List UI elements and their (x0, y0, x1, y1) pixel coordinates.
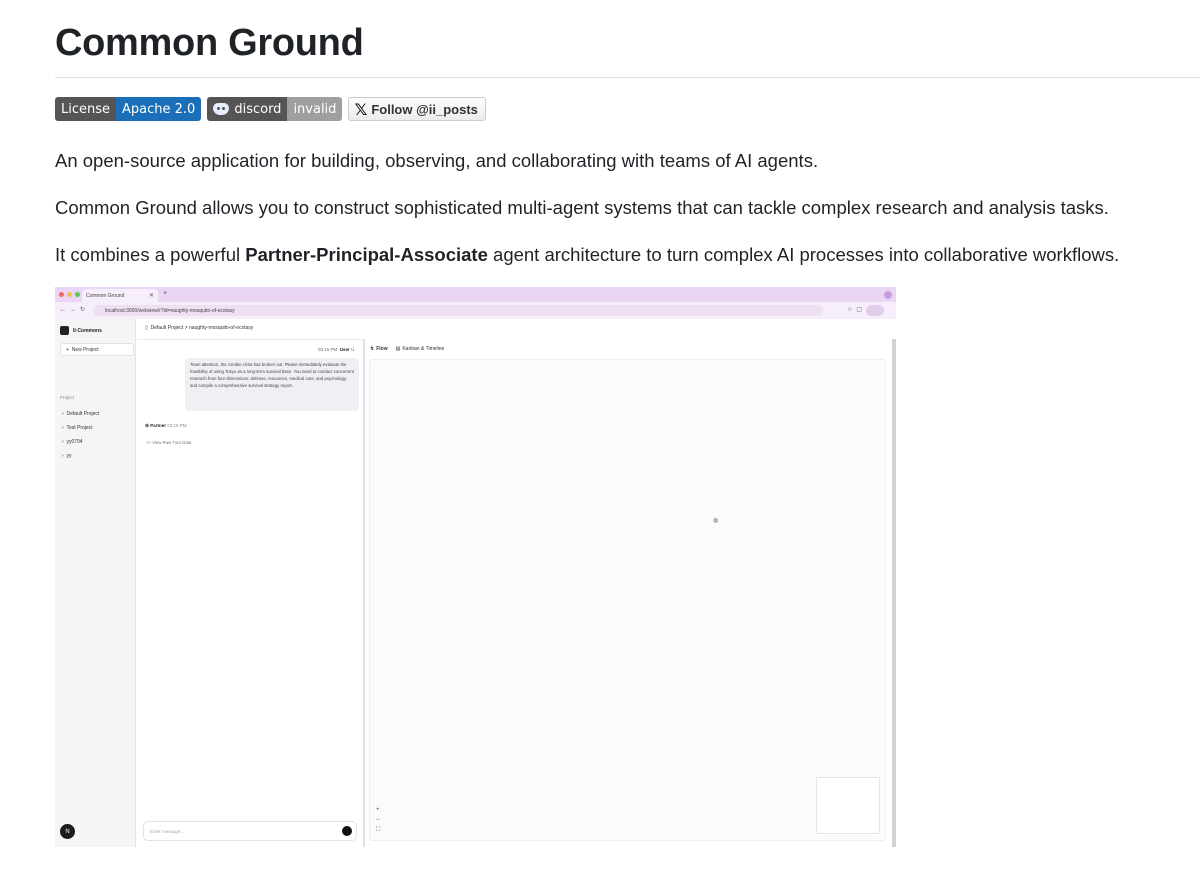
toolbar-icons[interactable]: ☆▢ (847, 306, 866, 313)
message-author: User (339, 347, 350, 352)
license-badge[interactable]: License Apache 2.0 (55, 97, 202, 121)
brand-logo-icon (60, 326, 69, 335)
new-tab-icon[interactable]: + (163, 290, 167, 297)
tab-flow-label: Flow (376, 346, 388, 352)
brand: II-Commons (60, 326, 102, 335)
close-window-icon[interactable] (59, 292, 64, 297)
project-item-label: Test Project (66, 425, 93, 431)
follow-x-label: Follow @ii_posts (371, 101, 478, 117)
message-input[interactable]: Enter message... (143, 821, 357, 841)
license-badge-label: License (55, 97, 117, 121)
discord-badge-value: invalid (287, 97, 343, 121)
license-badge-value: Apache 2.0 (116, 97, 202, 121)
projects-heading: Project (60, 395, 75, 400)
chat-panel: ▯ Default Project > naughty-mosquito-of-… (137, 319, 896, 847)
zoom-out-icon[interactable]: − (376, 815, 380, 825)
maximize-window-icon[interactable] (75, 292, 80, 297)
url-text: localhost:3000/webview/r?id=naughty-mosq… (105, 307, 235, 314)
flow-panel: ↯ Flow ▤ Kanban & Timeline ◍ + − ⛶ (365, 339, 896, 847)
page-title: Common Ground (55, 22, 364, 64)
project-item[interactable]: › Test Project (62, 421, 99, 435)
intro-paragraph: An open-source application for building,… (55, 150, 819, 171)
tab-kanban-label: Kanban & Timeline (402, 346, 445, 352)
zoom-in-icon[interactable]: + (376, 805, 380, 815)
minimize-window-icon[interactable] (67, 292, 72, 297)
minimap[interactable] (816, 777, 880, 834)
browser-tab-title: Common Ground (86, 292, 125, 299)
zoom-controls: + − ⛶ (376, 805, 380, 835)
new-project-button[interactable]: + New Project (60, 343, 134, 356)
architecture-text-after: agent architecture to turn complex AI pr… (487, 244, 1120, 265)
description-paragraph: Common Ground allows you to construct so… (55, 197, 1109, 218)
nav-arrows-icon[interactable]: ←→↻ (60, 306, 89, 313)
breadcrumb-text: Default Project > naughty-mosquito-of-ec… (150, 325, 254, 331)
partner-name: Partner (150, 423, 167, 428)
scrollbar[interactable] (892, 339, 896, 847)
message-input-placeholder: Enter message... (150, 828, 185, 834)
x-logo-icon: 𝕏 (354, 99, 368, 119)
project-item[interactable]: › yy0704 (62, 435, 99, 449)
project-item-label: yy (66, 453, 72, 459)
badge-row: License Apache 2.0 discord invalid 𝕏 Fol… (55, 97, 486, 121)
window-controls (59, 292, 80, 297)
project-item[interactable]: › yy (62, 449, 99, 463)
view-raw-turn-link[interactable]: <> View Raw Turn Data (146, 440, 191, 445)
loading-spinner-icon: ◍ (713, 518, 719, 524)
view-tabs: ↯ Flow ▤ Kanban & Timeline (370, 346, 444, 352)
flow-canvas[interactable]: ◍ + − ⛶ (369, 359, 886, 841)
message-meta: 03:15 PM User Ü (318, 347, 354, 352)
discord-icon (213, 103, 230, 115)
architecture-text-before: It combines a powerful (55, 244, 246, 265)
partner-time: 03:15 PM (167, 423, 187, 428)
profile-icon[interactable] (866, 305, 884, 316)
brand-name: II-Commons (73, 327, 102, 334)
follow-x-badge[interactable]: 𝕏 Follow @ii_posts (348, 97, 486, 121)
app-sidebar: II-Commons + New Project Project › Defau… (55, 319, 136, 847)
flow-icon: ↯ (370, 346, 375, 352)
tab-search-icon[interactable] (884, 291, 892, 299)
architecture-paragraph: It combines a powerful Partner-Principal… (55, 244, 1119, 266)
user-icon: Ü (351, 347, 355, 352)
breadcrumb: ▯ Default Project > naughty-mosquito-of-… (145, 325, 254, 331)
fit-view-icon[interactable]: ⛶ (376, 825, 380, 835)
tab-flow[interactable]: ↯ Flow (370, 346, 388, 352)
title-divider (55, 77, 1200, 78)
new-project-label: New Project (71, 346, 99, 353)
send-button[interactable] (342, 826, 352, 836)
browser-tab-bar: Common Ground ✕ + (55, 287, 896, 302)
kanban-icon: ▤ (395, 346, 401, 352)
discord-badge-label-wrap: discord (207, 97, 288, 121)
address-bar: ←→↻ localhost:3000/webview/r?id=naughty-… (55, 302, 896, 319)
architecture-name: Partner-Principal-Associate (245, 244, 488, 265)
app-screenshot: Common Ground ✕ + ←→↻ localhost:3000/web… (55, 287, 896, 847)
tab-kanban-timeline[interactable]: ▤ Kanban & Timeline (396, 346, 445, 352)
user-avatar[interactable]: N (60, 824, 75, 839)
user-message-bubble: Team attention, the zombie crisis has br… (185, 358, 359, 411)
project-item-label: Default Project (66, 411, 100, 417)
browser-tab[interactable]: Common Ground ✕ (82, 289, 158, 302)
discord-badge[interactable]: discord invalid (207, 97, 343, 121)
message-time: 03:15 PM (318, 347, 338, 352)
project-item-label: yy0704 (66, 439, 83, 445)
partner-header: ⚙ Partner 03:15 PM (145, 423, 187, 428)
tab-close-icon[interactable]: ✕ (149, 292, 154, 299)
discord-badge-label: discord (234, 101, 282, 117)
url-field[interactable]: localhost:3000/webview/r?id=naughty-mosq… (93, 305, 823, 316)
project-list: › Default Project › Test Project › yy070… (62, 407, 99, 463)
project-item[interactable]: › Default Project (62, 407, 99, 421)
